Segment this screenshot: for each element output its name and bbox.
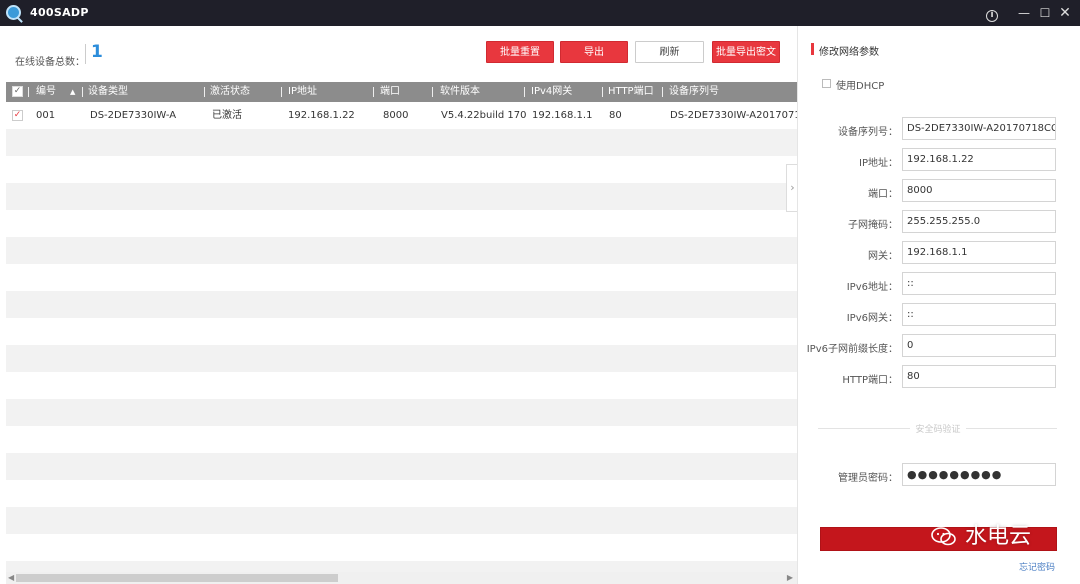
empty-row — [6, 291, 797, 318]
divider-line — [818, 428, 910, 429]
empty-row — [6, 453, 797, 480]
cell-port: 8000 — [383, 110, 409, 121]
cell-id: 001 — [36, 110, 56, 121]
divider-line — [966, 428, 1057, 429]
col-header-id[interactable]: 编号 — [36, 82, 56, 102]
serial-label: 设备序列号： — [838, 127, 898, 138]
wechat-icon — [931, 527, 956, 546]
ip-field[interactable]: 192.168.1.22 — [902, 148, 1056, 171]
minimize-icon[interactable]: — — [1015, 4, 1033, 22]
col-header-status[interactable]: 激活状态 — [210, 82, 250, 102]
maximize-icon[interactable]: ☐ — [1036, 4, 1054, 22]
col-header-port[interactable]: 端口 — [380, 82, 400, 102]
cell-version: V5.4.22build 170... — [441, 110, 527, 121]
empty-row — [6, 210, 797, 237]
network-params-panel: 修改网络参数 使用DHCP 设备序列号： DS-2DE7330IW-A20170… — [797, 26, 1080, 584]
scrollbar-thumb[interactable] — [16, 574, 338, 582]
ipv6-prefix-field[interactable]: 0 — [902, 334, 1056, 357]
port-field[interactable]: 8000 — [902, 179, 1056, 202]
gateway-label: 网关： — [868, 251, 898, 262]
cell-serial: DS-2DE7330IW-A20170718C — [670, 110, 797, 121]
empty-row — [6, 507, 797, 534]
online-count-value: 1 — [91, 42, 103, 62]
close-icon[interactable]: ✕ — [1056, 4, 1074, 22]
device-list-pane: 在线设备总数： 1 批量重置 导出 刷新 批量导出密文 ✓ 编号 ▲ 设备类型 … — [0, 26, 797, 584]
cell-gateway: 192.168.1.1 — [532, 110, 593, 121]
header-separator — [82, 87, 83, 97]
ipv6-gateway-label: IPv6网关： — [846, 313, 898, 324]
table-row[interactable]: ✓ 001 DS-2DE7330IW-A 已激活 192.168.1.22 80… — [6, 102, 797, 129]
batch-reset-button[interactable]: 批量重置 — [486, 41, 554, 63]
online-count-label: 在线设备总数： — [15, 57, 85, 68]
empty-row — [6, 372, 797, 399]
ipv6-field[interactable]: :: — [902, 272, 1056, 295]
port-label: 端口： — [868, 189, 898, 200]
col-header-http-port[interactable]: HTTP端口 — [608, 82, 654, 102]
header-separator — [28, 87, 29, 97]
http-port-label: HTTP端口： — [842, 375, 898, 386]
dhcp-checkbox[interactable] — [822, 79, 831, 88]
table-header: ✓ 编号 ▲ 设备类型 激活状态 IP地址 端口 软件版本 IPv4网关 HTT… — [6, 82, 797, 102]
forgot-password-link[interactable]: 忘记密码 — [1019, 560, 1055, 573]
export-button[interactable]: 导出 — [560, 41, 628, 63]
device-table-body: ✓ 001 DS-2DE7330IW-A 已激活 192.168.1.22 80… — [6, 102, 797, 576]
mask-label: 子网掩码： — [848, 220, 898, 231]
serial-field[interactable]: DS-2DE7330IW-A20170718CCCH7 — [902, 117, 1056, 140]
admin-password-field[interactable]: ●●●●●●●●● — [902, 463, 1056, 486]
col-header-version[interactable]: 软件版本 — [440, 82, 480, 102]
header-separator — [524, 87, 525, 97]
scroll-right-icon[interactable]: ▶ — [787, 573, 793, 582]
ipv6-label: IPv6地址： — [846, 282, 898, 293]
empty-row — [6, 183, 797, 210]
http-port-field[interactable]: 80 — [902, 365, 1056, 388]
header-separator — [602, 87, 603, 97]
empty-row — [6, 426, 797, 453]
count-separator — [85, 44, 86, 64]
refresh-button[interactable]: 刷新 — [635, 41, 704, 63]
empty-row — [6, 534, 797, 561]
panel-title: 修改网络参数 — [819, 47, 879, 58]
cell-type: DS-2DE7330IW-A — [90, 110, 177, 121]
app-logo-icon — [6, 5, 21, 20]
col-header-gateway[interactable]: IPv4网关 — [531, 82, 572, 102]
cell-http-port: 80 — [609, 110, 622, 121]
empty-row — [6, 345, 797, 372]
security-divider-label: 安全码验证 — [915, 425, 961, 435]
app-title: 400SADP — [30, 6, 89, 19]
empty-row — [6, 318, 797, 345]
password-label: 管理员密码： — [838, 473, 898, 484]
ipv6-gateway-field[interactable]: :: — [902, 303, 1056, 326]
dhcp-label: 使用DHCP — [836, 81, 885, 92]
header-separator — [281, 87, 282, 97]
empty-row — [6, 399, 797, 426]
header-separator — [432, 87, 433, 97]
ipv6-prefix-label: IPv6子网前缀长度： — [806, 344, 898, 355]
row-checkbox[interactable]: ✓ — [12, 110, 23, 121]
empty-row — [6, 237, 797, 264]
cell-ip: 192.168.1.22 — [288, 110, 355, 121]
col-header-type[interactable]: 设备类型 — [88, 82, 128, 102]
info-icon[interactable]: i — [983, 4, 1001, 22]
ip-label: IP地址： — [859, 158, 898, 169]
select-all-checkbox[interactable]: ✓ — [12, 86, 23, 97]
horizontal-scrollbar[interactable]: ◀ ▶ — [6, 572, 797, 584]
gateway-field[interactable]: 192.168.1.1 — [902, 241, 1056, 264]
empty-row — [6, 480, 797, 507]
col-header-ip[interactable]: IP地址 — [288, 82, 317, 102]
sort-asc-icon[interactable]: ▲ — [70, 82, 75, 102]
empty-row — [6, 156, 797, 183]
col-header-serial[interactable]: 设备序列号 — [669, 82, 719, 102]
empty-row — [6, 129, 797, 156]
header-separator — [204, 87, 205, 97]
header-separator — [373, 87, 374, 97]
subnet-mask-field[interactable]: 255.255.255.0 — [902, 210, 1056, 233]
title-bar: 400SADP i — ☐ ✕ — [0, 0, 1080, 26]
header-separator — [662, 87, 663, 97]
scroll-left-icon[interactable]: ◀ — [8, 573, 14, 582]
panel-title-marker — [811, 43, 814, 55]
cell-status: 已激活 — [212, 110, 242, 121]
empty-row — [6, 264, 797, 291]
batch-export-doc-button[interactable]: 批量导出密文 — [712, 41, 780, 63]
watermark-text: 水电云 — [965, 524, 1032, 549]
